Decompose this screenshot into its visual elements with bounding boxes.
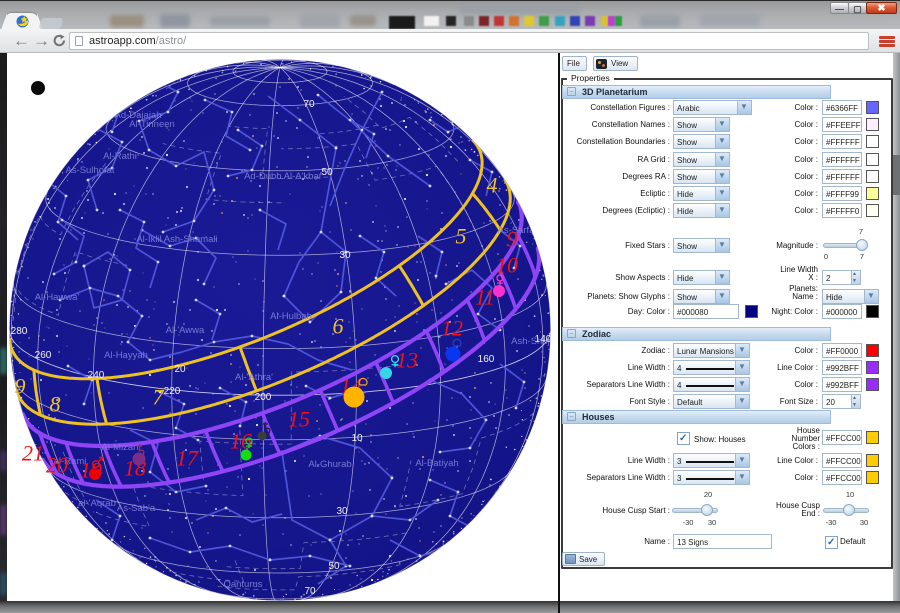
svg-text:Al-'Awwa: Al-'Awwa xyxy=(166,325,205,336)
svg-text:30: 30 xyxy=(336,506,348,517)
svg-text:11: 11 xyxy=(475,285,495,310)
svg-text:7: 7 xyxy=(153,385,165,410)
svg-text:30: 30 xyxy=(339,250,351,261)
svg-text:9: 9 xyxy=(15,374,26,399)
svg-text:As-Sulhofat: As-Sulhofat xyxy=(65,165,114,176)
svg-text:10: 10 xyxy=(496,253,518,278)
svg-text:17: 17 xyxy=(176,446,199,471)
svg-text:al-'Aqrab: al-'Aqrab xyxy=(78,498,116,509)
svg-text:Al-Mizan: Al-Mizan xyxy=(102,442,139,453)
svg-text:20: 20 xyxy=(174,364,186,375)
svg-text:50: 50 xyxy=(321,167,333,178)
svg-text:200: 200 xyxy=(255,392,272,403)
svg-text:Qanturus: Qanturus xyxy=(223,579,262,590)
svg-text:140: 140 xyxy=(535,334,552,345)
svg-text:21: 21 xyxy=(22,441,44,466)
svg-text:Al-Batiyah: Al-Batiyah xyxy=(415,458,458,469)
svg-text:Al-Hayyah: Al-Hayyah xyxy=(104,350,148,361)
svg-text:Ad-Dubb Al-A'kbar: Ad-Dubb Al-A'kbar xyxy=(244,171,322,182)
svg-text:8: 8 xyxy=(50,392,61,417)
svg-text:9: 9 xyxy=(507,227,518,252)
svg-text:240: 240 xyxy=(88,370,105,381)
svg-text:20: 20 xyxy=(46,453,68,478)
svg-text:Al-Hulbah: Al-Hulbah xyxy=(270,311,312,322)
svg-text:Al-Ghurab: Al-Ghurab xyxy=(308,459,351,470)
svg-text:6: 6 xyxy=(333,314,344,339)
svg-text:160: 160 xyxy=(478,354,495,365)
svg-text:16: 16 xyxy=(230,429,252,454)
svg-text:Al-Rathi: Al-Rathi xyxy=(103,151,137,162)
svg-text:Al-Hawwa': Al-Hawwa' xyxy=(35,292,80,303)
svg-text:Al-'Athra': Al-'Athra' xyxy=(235,372,273,383)
svg-text:13: 13 xyxy=(396,348,418,373)
svg-text:Al-Iklil Ash-Shamali: Al-Iklil Ash-Shamali xyxy=(136,234,217,245)
svg-text:70: 70 xyxy=(304,586,316,597)
svg-text:Al-Tinneen: Al-Tinneen xyxy=(129,119,175,130)
svg-text:50: 50 xyxy=(328,561,340,572)
svg-text:12: 12 xyxy=(441,316,463,341)
svg-text:280: 280 xyxy=(11,326,28,337)
svg-text:260: 260 xyxy=(35,350,52,361)
svg-text:4: 4 xyxy=(487,173,498,198)
svg-text:10: 10 xyxy=(351,433,363,444)
svg-text:As-Sab'a: As-Sab'a xyxy=(117,503,156,514)
svg-text:70: 70 xyxy=(303,99,315,110)
svg-text:220: 220 xyxy=(164,386,181,397)
svg-text:15: 15 xyxy=(288,407,310,432)
svg-text:5: 5 xyxy=(456,224,467,249)
